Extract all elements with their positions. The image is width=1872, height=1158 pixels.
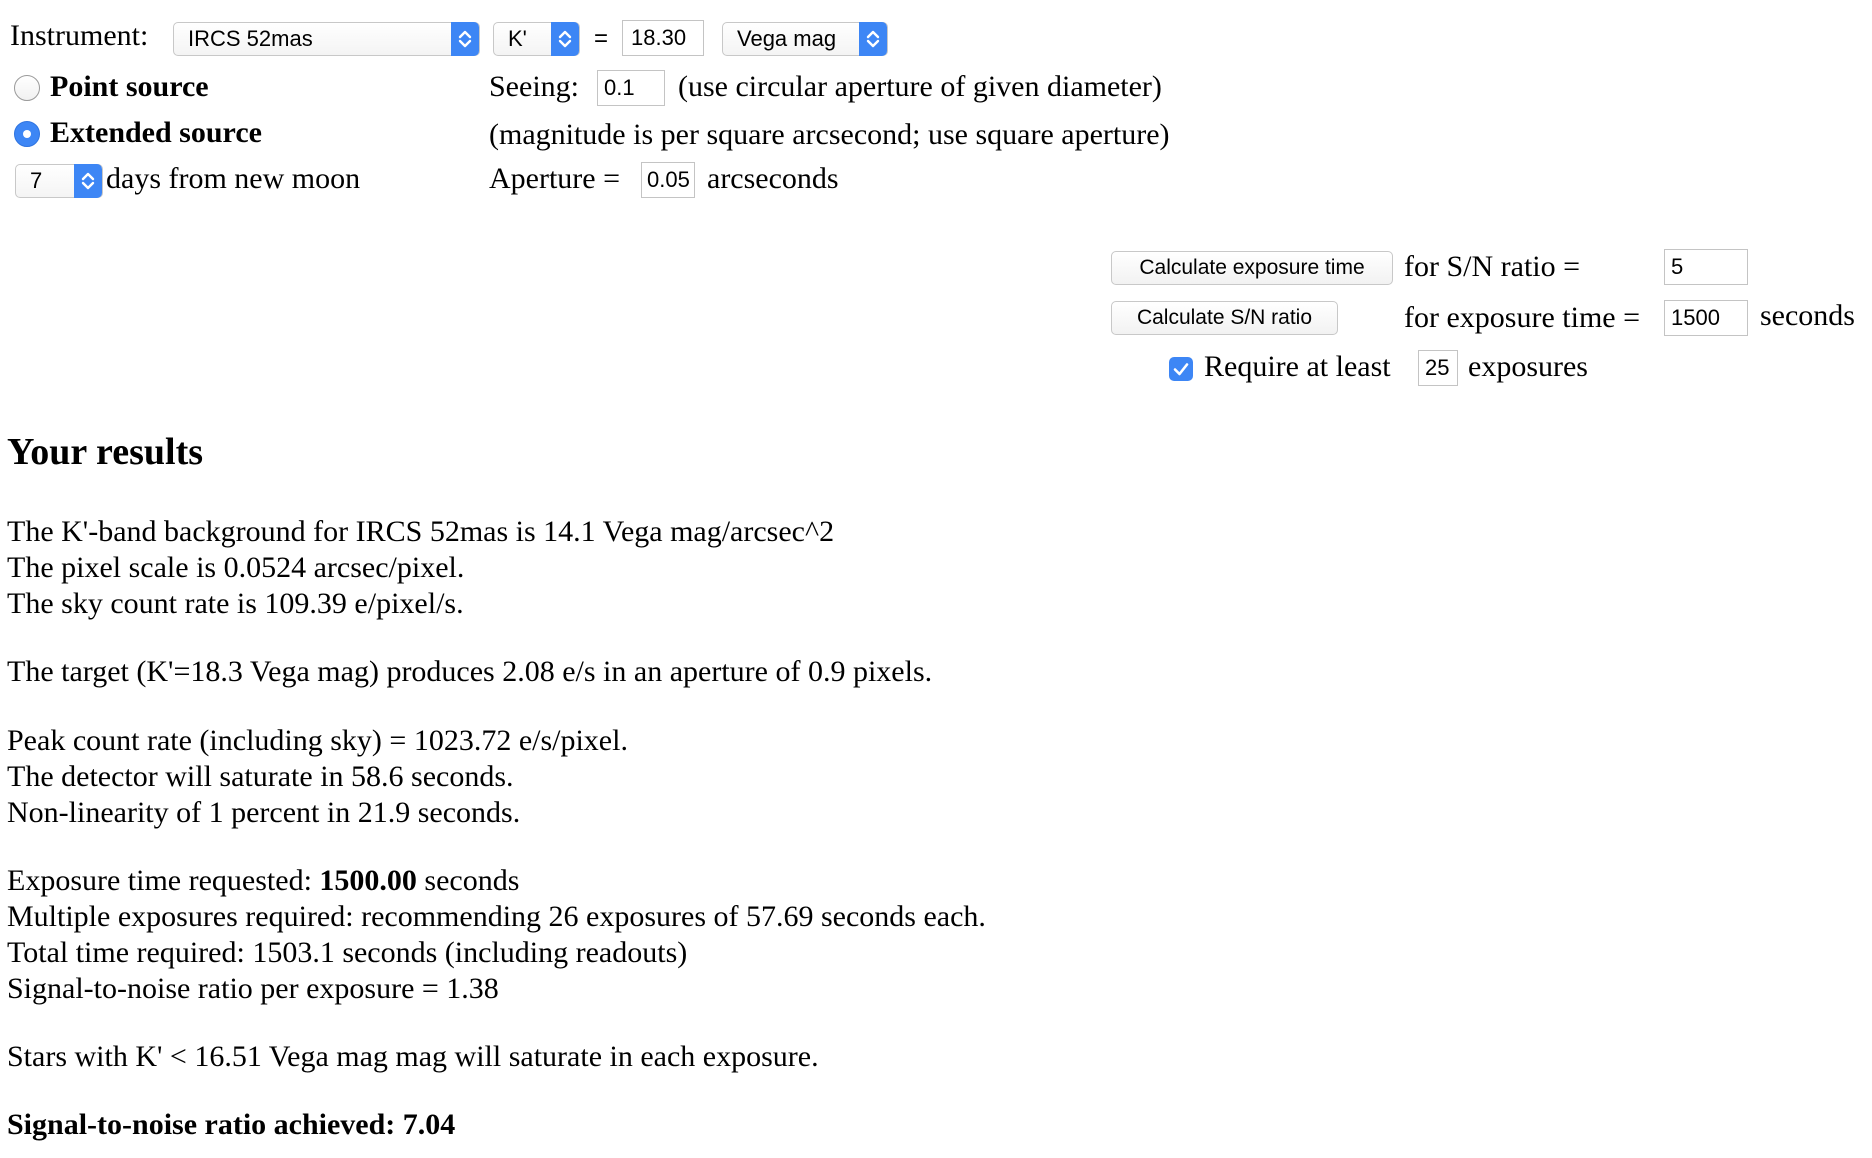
aperture-unit: arcseconds (707, 162, 839, 195)
aperture-input[interactable]: 0.05 (641, 162, 695, 198)
mag-system-select-value: Vega mag (737, 26, 837, 51)
point-source-label: Point source (50, 70, 209, 103)
result-total-time: Total time required: 1503.1 seconds (inc… (7, 936, 688, 969)
sn-ratio-input[interactable]: 5 (1664, 249, 1748, 285)
aperture-label: Aperture = (489, 162, 621, 195)
result-multiple-exposures: Multiple exposures required: recommendin… (7, 900, 986, 933)
result-nonlinearity: Non-linearity of 1 percent in 21.9 secon… (7, 796, 521, 829)
require-exposures-input[interactable]: 25 (1418, 350, 1458, 386)
seeing-input[interactable]: 0.1 (597, 70, 665, 106)
require-exposures-checkbox[interactable] (1169, 357, 1193, 381)
chevron-updown-icon (74, 164, 102, 198)
moon-days-select[interactable]: 7 (15, 164, 103, 198)
sn-ratio-label: for S/N ratio = (1404, 250, 1581, 283)
calculate-sn-ratio-button[interactable]: Calculate S/N ratio (1111, 301, 1338, 335)
result-star-saturation: Stars with K' < 16.51 Vega mag mag will … (7, 1040, 819, 1073)
band-select[interactable]: K' (493, 22, 580, 56)
result-target-rate: The target (K'=18.3 Vega mag) produces 2… (7, 655, 933, 688)
seeing-label: Seeing: (489, 70, 579, 103)
extended-source-radio[interactable] (14, 121, 40, 147)
require-label: Require at least (1204, 350, 1391, 383)
seconds-label: seconds (1760, 299, 1855, 332)
chevron-updown-icon (451, 22, 479, 56)
instrument-select-value: IRCS 52mas (188, 26, 313, 51)
exposure-requested-prefix: Exposure time requested: (7, 864, 320, 897)
mag-system-select[interactable]: Vega mag (722, 22, 888, 56)
moon-days-label: days from new moon (106, 162, 361, 195)
seeing-note: (use circular aperture of given diameter… (678, 70, 1162, 103)
exposure-requested-suffix: seconds (416, 864, 520, 897)
instrument-select[interactable]: IRCS 52mas (173, 22, 480, 56)
instrument-label: Instrument: (10, 19, 149, 52)
equals-sign: = (594, 25, 609, 52)
result-saturation: The detector will saturate in 58.6 secon… (7, 760, 514, 793)
result-pixel-scale: The pixel scale is 0.0524 arcsec/pixel. (7, 551, 465, 584)
exposure-requested-value: 1500.00 (319, 864, 417, 897)
result-exposure-requested: Exposure time requested: 1500.00 seconds (7, 863, 519, 899)
result-sky-rate: The sky count rate is 109.39 e/pixel/s. (7, 587, 464, 620)
point-source-radio[interactable] (14, 75, 40, 101)
calculate-exposure-time-button[interactable]: Calculate exposure time (1111, 251, 1393, 285)
result-background: The K'-band background for IRCS 52mas is… (7, 515, 835, 548)
chevron-updown-icon (551, 22, 579, 56)
result-sn-achieved: Signal-to-noise ratio achieved: 7.04 (7, 1108, 456, 1141)
band-select-value: K' (508, 26, 527, 51)
exposure-time-input[interactable]: 1500 (1664, 300, 1748, 336)
results-heading: Your results (7, 431, 204, 473)
result-sn-per-exposure: Signal-to-noise ratio per exposure = 1.3… (7, 972, 499, 1005)
extended-note: (magnitude is per square arcsecond; use … (489, 118, 1170, 151)
result-peak-rate: Peak count rate (including sky) = 1023.7… (7, 724, 628, 757)
exposure-time-label: for exposure time = (1404, 301, 1641, 334)
results-section: Your results (7, 430, 203, 474)
extended-source-label: Extended source (50, 116, 262, 149)
chevron-updown-icon (859, 22, 887, 56)
exposures-label: exposures (1468, 350, 1588, 383)
moon-days-select-value: 7 (30, 168, 43, 193)
check-icon (1173, 363, 1189, 376)
magnitude-input[interactable]: 18.30 (622, 20, 704, 56)
